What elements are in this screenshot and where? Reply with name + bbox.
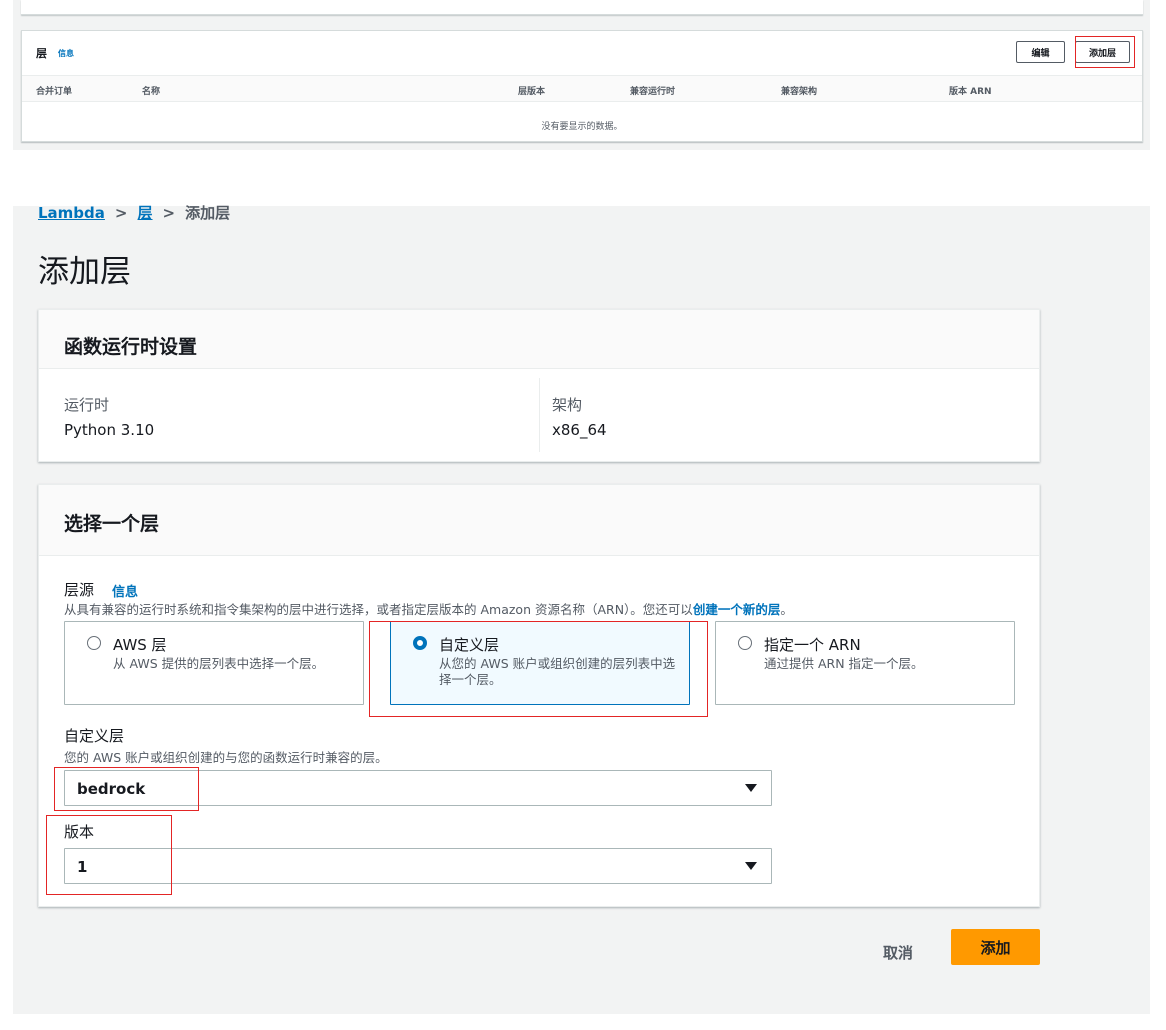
previous-panel-edge (21, 0, 1143, 15)
option-specify-arn[interactable]: 指定一个 ARN 通过提供 ARN 指定一个层。 (715, 621, 1015, 705)
annotation-box (1075, 36, 1135, 68)
edit-button[interactable]: 编辑 (1016, 41, 1065, 63)
cancel-button[interactable]: 取消 (868, 934, 928, 970)
panel-header: 函数运行时设置 (39, 310, 1039, 369)
col-version-arn: 版本 ARN (949, 87, 992, 97)
col-layer-version: 层版本 (518, 87, 546, 97)
choose-layer-title: 选择一个层 (64, 513, 160, 535)
layers-info-link[interactable]: 信息 (58, 48, 74, 59)
option-description: 通过提供 ARN 指定一个层。 (764, 656, 924, 671)
radio-icon[interactable] (87, 636, 101, 650)
breadcrumb-current: 添加层 (185, 204, 231, 222)
caret-down-icon (745, 862, 757, 870)
layers-title: 层 (36, 47, 47, 60)
layers-screenshot: 层 信息 编辑 添加层 合并订单 名称 层版本 兼容运行时 兼容架构 版本 AR… (13, 0, 1150, 150)
description-end: 。 (780, 602, 793, 617)
option-description: 从 AWS 提供的层列表中选择一个层。 (113, 656, 325, 671)
option-aws-layers[interactable]: AWS 层 从 AWS 提供的层列表中选择一个层。 (64, 621, 364, 705)
runtime-label: 运行时 (64, 396, 110, 414)
layers-table-header: 合并订单 名称 层版本 兼容运行时 兼容架构 版本 ARN (22, 75, 1142, 102)
layer-source-description: 从具有兼容的运行时系统和指令集架构的层中进行选择，或者指定层版本的 Amazon… (64, 599, 793, 618)
description-text: 从具有兼容的运行时系统和指令集架构的层中进行选择，或者指定层版本的 Amazon… (64, 602, 693, 617)
annotation-box (54, 767, 199, 811)
chevron-right-icon: > (162, 203, 176, 222)
breadcrumb-lambda[interactable]: Lambda (38, 204, 105, 222)
caret-down-icon (745, 784, 757, 792)
chevron-right-icon: > (114, 203, 128, 222)
layers-panel: 层 信息 编辑 添加层 合并订单 名称 层版本 兼容运行时 兼容架构 版本 AR… (21, 30, 1143, 142)
add-button[interactable]: 添加 (951, 929, 1040, 965)
layer-source-info-link[interactable]: 信息 (112, 581, 138, 600)
custom-layer-label: 自定义层 (64, 727, 125, 745)
annotation-box (369, 621, 708, 717)
breadcrumb-layers[interactable]: 层 (138, 202, 153, 223)
breadcrumb: Lambda > 层 > 添加层 (38, 202, 230, 223)
panel-header: 选择一个层 (39, 485, 1039, 556)
divider (539, 378, 540, 452)
col-compatible-arch: 兼容架构 (781, 87, 818, 97)
radio-icon[interactable] (738, 636, 752, 650)
empty-table-message: 没有要显示的数据。 (541, 122, 623, 132)
runtime-settings-panel: 函数运行时设置 运行时 Python 3.10 架构 x86_64 (38, 309, 1040, 462)
col-compatible-runtimes: 兼容运行时 (630, 87, 676, 97)
choose-layer-panel: 选择一个层 层源 信息 从具有兼容的运行时系统和指令集架构的层中进行选择，或者指… (38, 484, 1040, 907)
annotation-box (46, 815, 172, 895)
runtime-settings-title: 函数运行时设置 (64, 336, 198, 358)
option-title: AWS 层 (113, 636, 167, 654)
runtime-value: Python 3.10 (64, 421, 155, 439)
add-layer-screenshot: Lambda > 层 > 添加层 添加层 函数运行时设置 运行时 Python … (13, 204, 1150, 1014)
page-title: 添加层 (38, 254, 131, 290)
col-merge-order: 合并订单 (36, 87, 73, 97)
create-new-layer-link[interactable]: 创建一个新的层 (693, 602, 781, 617)
architecture-label: 架构 (552, 396, 583, 414)
architecture-value: x86_64 (552, 421, 607, 439)
col-name: 名称 (142, 87, 161, 97)
custom-layer-description: 您的 AWS 账户或组织创建的与您的函数运行时兼容的层。 (64, 750, 388, 765)
option-title: 指定一个 ARN (764, 636, 861, 654)
layer-source-label: 层源 (64, 581, 95, 599)
